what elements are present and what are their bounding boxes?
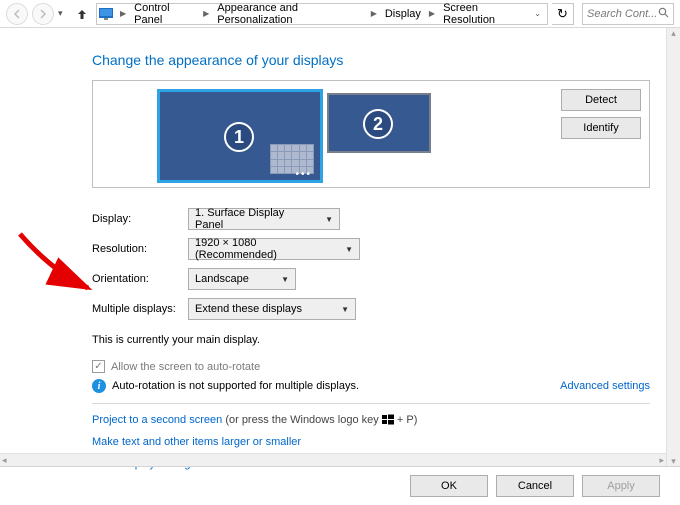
chevron-right-icon[interactable]: ▶: [368, 9, 380, 18]
address-bar[interactable]: ▶ Control Panel ▶ Appearance and Persona…: [96, 3, 548, 25]
windows-logo-icon: [382, 414, 394, 426]
resolution-label: Resolution:: [92, 243, 188, 255]
autorotate-label: Allow the screen to auto-rotate: [111, 361, 260, 373]
info-icon: i: [92, 379, 106, 393]
multiple-displays-label: Multiple displays:: [92, 303, 188, 315]
search-icon: [658, 7, 669, 21]
monitor-layout[interactable]: 1 ••• 2: [157, 89, 431, 183]
page-title: Change the appearance of your displays: [92, 52, 680, 68]
chevron-right-icon[interactable]: ▶: [200, 9, 212, 18]
chevron-down-icon: ▼: [281, 275, 289, 284]
chevron-right-icon[interactable]: ▶: [117, 9, 129, 18]
recent-locations-dropdown[interactable]: ▾: [58, 8, 68, 20]
text-size-link[interactable]: Make text and other items larger or smal…: [92, 436, 680, 448]
breadcrumb-item[interactable]: Appearance and Personalization: [214, 2, 365, 26]
resolution-select[interactable]: 1920 × 1080 (Recommended)▼: [188, 238, 360, 260]
control-panel-icon: [99, 8, 115, 20]
monitor-2-badge: 2: [363, 109, 393, 139]
multiple-displays-select[interactable]: Extend these displays▼: [188, 298, 356, 320]
search-placeholder: Search Cont...: [587, 8, 657, 20]
project-hint: (or press the Windows logo key + P): [225, 414, 417, 426]
footer-divider: [0, 466, 680, 467]
apply-button[interactable]: Apply: [582, 475, 660, 497]
address-dropdown-icon[interactable]: ⌄: [530, 9, 545, 18]
ok-button[interactable]: OK: [410, 475, 488, 497]
orientation-label: Orientation:: [92, 273, 188, 285]
detect-button[interactable]: Detect: [561, 89, 641, 111]
autorotate-warning: Auto-rotation is not supported for multi…: [112, 380, 359, 392]
toolbar: ▾ ▶ Control Panel ▶ Appearance and Perso…: [0, 0, 680, 28]
vertical-scrollbar[interactable]: ▴▾: [666, 28, 680, 467]
chevron-down-icon: ▼: [341, 305, 349, 314]
main-content: Change the appearance of your displays 1…: [0, 28, 680, 470]
chevron-right-icon[interactable]: ▶: [426, 9, 438, 18]
display-label: Display:: [92, 213, 188, 225]
monitor-2[interactable]: 2: [327, 93, 431, 153]
orientation-select[interactable]: Landscape▼: [188, 268, 296, 290]
monitor-1[interactable]: 1 •••: [157, 89, 323, 183]
monitor-1-badge: 1: [224, 122, 254, 152]
up-button[interactable]: [72, 4, 92, 24]
breadcrumb-item[interactable]: Screen Resolution: [440, 2, 528, 26]
main-display-note: This is currently your main display.: [92, 334, 680, 346]
identify-button[interactable]: Identify: [561, 117, 641, 139]
taskbar-indicator: •••: [295, 169, 312, 180]
back-button[interactable]: [6, 3, 28, 25]
search-input[interactable]: Search Cont...: [582, 3, 674, 25]
breadcrumb-item[interactable]: Control Panel: [131, 2, 198, 26]
project-second-screen-link[interactable]: Project to a second screen: [92, 414, 222, 426]
advanced-settings-link[interactable]: Advanced settings: [560, 380, 650, 392]
horizontal-scrollbar[interactable]: ◂▸: [0, 453, 666, 467]
refresh-button[interactable]: ↻: [552, 3, 574, 25]
cancel-button[interactable]: Cancel: [496, 475, 574, 497]
display-select[interactable]: 1. Surface Display Panel▼: [188, 208, 340, 230]
chevron-down-icon: ▼: [345, 245, 353, 254]
display-preview: 1 ••• 2 Detect Identify: [92, 80, 650, 188]
breadcrumb-item[interactable]: Display: [382, 8, 424, 20]
forward-button[interactable]: [32, 3, 54, 25]
autorotate-checkbox: ✓: [92, 360, 105, 373]
chevron-down-icon: ▼: [325, 215, 333, 224]
